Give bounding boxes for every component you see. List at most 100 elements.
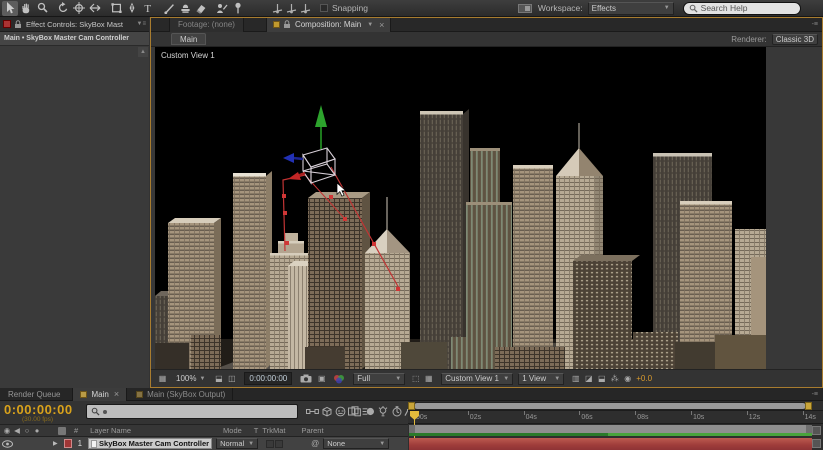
tool-eraser-icon[interactable] [193,1,209,16]
comp-time-display[interactable]: 0:00:00:00 [244,372,293,385]
panel-menu-icon[interactable]: ▼≡ [137,21,146,27]
local-axis-icon[interactable] [270,1,284,16]
comp-viewport[interactable]: Custom View 1 [155,47,766,369]
zoom-dropdown[interactable]: 100% ▼ [173,373,208,385]
layer-duration-bar[interactable] [409,438,812,450]
work-area-bar[interactable] [409,425,812,433]
tool-pan-behind-icon[interactable] [87,1,103,16]
exposure-value[interactable]: +0.0 [636,374,652,383]
snapshot-camera-icon[interactable] [300,374,312,383]
chevron-down-icon[interactable]: ▼ [367,22,373,28]
panel-menu-icon[interactable]: -≡ [812,21,818,28]
current-time-display[interactable]: 0:00:00:00 [4,402,73,417]
fast-preview-icon[interactable]: ◪ [582,372,595,385]
timeline-button-icon[interactable]: ⬓ [595,372,608,385]
layer-color-swatch[interactable] [63,439,72,448]
time-ruler[interactable]: :00s 02s 04s 06s 08s 10s 12s 14s [408,410,823,424]
parent-dropdown[interactable]: None ▼ [323,438,390,449]
track-side-button-top[interactable] [812,426,821,435]
layer-row[interactable]: ▶ 1 SkyBox Master Cam Controller Normal ▼… [0,437,408,450]
mode-dropdown[interactable]: Normal ▼ [216,438,259,449]
composition-tab[interactable]: Composition: Main ▼ × [265,17,392,32]
transparency-grid-icon[interactable]: ▦ [422,372,435,385]
city-3d-render [155,105,766,369]
comp-nav-tab-main[interactable]: Main [171,33,207,45]
tool-clone-stamp-icon[interactable] [177,1,193,16]
timeline-panel: Render Queue Main × Main (SkyBox Output)… [0,387,823,450]
layer-index: 1 [77,439,83,448]
ruler-label: 06s [581,414,593,421]
tool-type-icon[interactable]: T [140,1,156,16]
draft-3d-icon[interactable] [320,405,333,418]
auto-keyframe-icon[interactable] [390,405,403,418]
exposure-reset-icon[interactable]: ◉ [621,372,634,385]
eye-icon[interactable] [2,439,13,448]
panel-group-icon [3,20,11,28]
view-layout-dropdown[interactable]: 1 View ▼ [518,372,565,385]
tab-output[interactable]: Main (SkyBox Output) [129,387,234,401]
trkmat-column[interactable]: TrkMat [262,426,285,435]
tab-main[interactable]: Main × [72,387,128,401]
parent-column[interactable]: Parent [301,426,323,435]
track-side-button-bottom[interactable] [812,439,821,448]
tool-brush-icon[interactable] [161,1,177,16]
grid-options-icon[interactable]: ▦ [156,372,169,385]
panel-menu-icon[interactable]: -≡ [812,391,818,398]
mode-column[interactable]: Mode [223,426,242,435]
tool-puppet-pin-icon[interactable] [230,1,246,16]
brainstorm-icon[interactable] [376,405,389,418]
view-axis-icon[interactable] [298,1,312,16]
mini-flowchart-icon[interactable] [306,405,319,418]
navigator-handle-left[interactable] [408,402,415,410]
navigator-handle-right[interactable] [805,402,812,410]
tab-render-queue[interactable]: Render Queue [0,390,68,399]
expand-arrow[interactable]: ▶ [53,440,58,447]
tool-unified-camera-icon[interactable] [71,1,87,16]
tool-rotate-icon[interactable] [55,1,71,16]
tool-roto-brush-icon[interactable] [214,1,230,16]
layer-name-column[interactable]: Layer Name [90,426,131,435]
pixel-aspect-icon[interactable]: ▥ [569,372,582,385]
pickwhip-icon[interactable]: @ [311,439,319,448]
comp-bottom-toolbar: ▦ 100% ▼ ⬓ ◫ 0:00:00:00 ▣ Full ▼ ⬚ ▦ Custo… [151,369,822,387]
renderer-label: Renderer: [731,34,767,44]
footage-tab[interactable]: Footage: (none) [169,17,244,32]
tool-hand-icon[interactable] [18,1,34,16]
roi-icon[interactable]: ⬚ [409,372,422,385]
snapping-checkbox[interactable] [320,4,328,12]
channel-icon[interactable] [333,374,346,384]
tool-selection-icon[interactable] [2,0,18,16]
mask-visibility-icon[interactable]: ◫ [225,372,238,385]
breadcrumb: Main • SkyBox Master Cam Controller [4,35,129,42]
close-icon[interactable]: × [379,20,384,30]
world-axis-icon[interactable] [284,1,298,16]
tool-zoom-icon[interactable] [34,1,50,16]
workspace-dropdown[interactable]: Effects ▼ [587,1,674,15]
scrollbar[interactable]: ▲ [138,47,148,57]
tool-mask-shape-icon[interactable] [108,1,124,16]
time-navigator[interactable] [408,402,812,410]
null-object-gizmo[interactable] [283,105,337,185]
motion-blur-icon[interactable] [362,405,375,418]
fps-note: (30.00 fps) [22,416,54,423]
timeline-left-controls: 0:00:00:00 (30.00 fps) [0,401,417,424]
close-icon[interactable]: × [114,389,119,399]
tool-pen-icon[interactable] [124,1,140,16]
effect-controls-tab[interactable]: Effect Controls: SkyBox Mast [26,20,123,29]
timeline-header-row: ◉ ◀ ○ ● # Layer Name Mode T TrkMat Paren… [0,424,408,437]
shy-icon[interactable] [334,405,347,418]
timeline-search-input[interactable] [86,404,298,419]
flowchart-icon[interactable]: ⁂ [608,372,621,385]
effect-controls-breadcrumb: Main • SkyBox Master Cam Controller [0,32,149,46]
lock-column-icon: ● [34,426,40,435]
safe-zones-icon[interactable]: ⬓ [212,372,225,385]
resolution-dropdown[interactable]: Full ▼ [353,372,406,385]
search-help-input[interactable]: Search Help [682,1,801,15]
frame-blend-icon[interactable] [348,405,361,418]
comp-navbar: Main Renderer: Classic 3D [151,32,822,47]
show-snapshot-icon[interactable]: ▣ [315,372,328,385]
layer-name-field[interactable]: SkyBox Master Cam Controller [88,438,213,449]
view-dropdown[interactable]: Custom View 1 ▼ [441,372,514,385]
t-column[interactable]: T [254,426,259,435]
renderer-button[interactable]: Classic 3D [771,33,818,45]
